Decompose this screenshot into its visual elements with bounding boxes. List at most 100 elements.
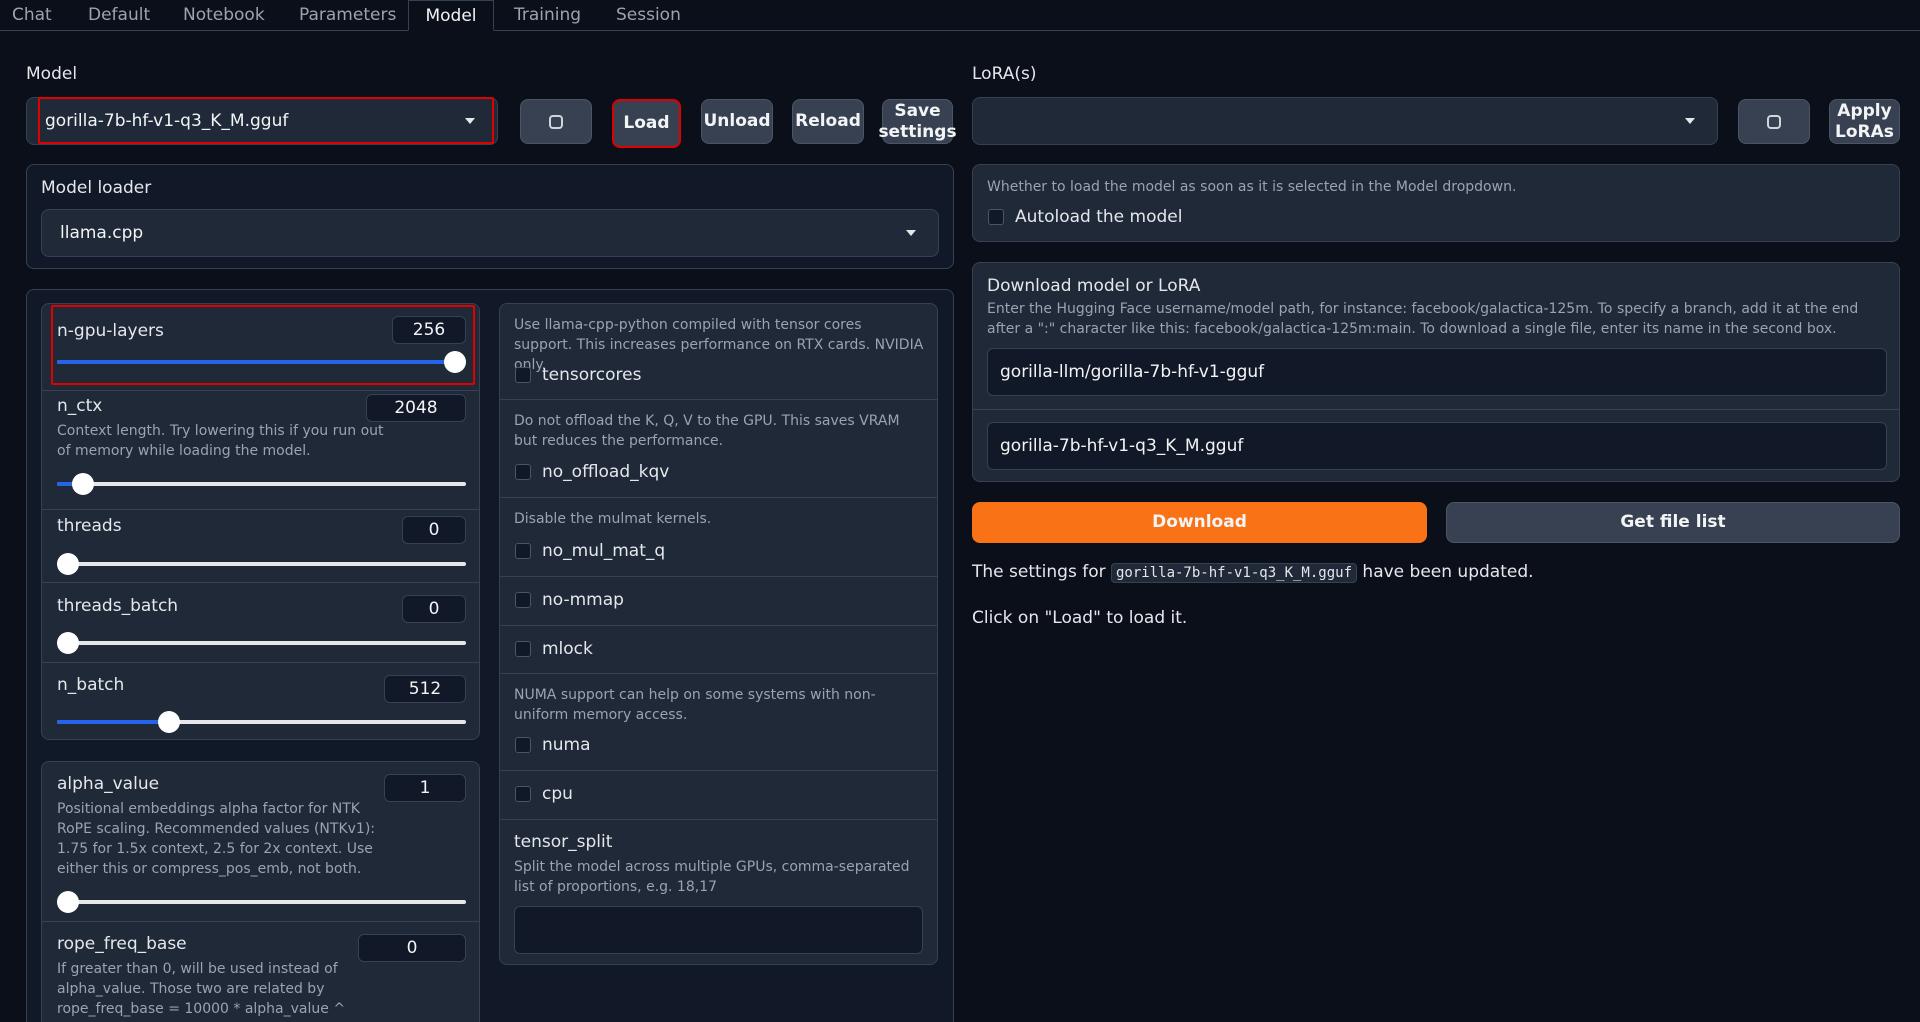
get-file-list-button[interactable]: Get file list bbox=[1446, 502, 1900, 543]
rope-freq-base-input[interactable]: 0 bbox=[358, 934, 466, 962]
alpha-value-hint: Positional embeddings alpha factor for N… bbox=[57, 801, 376, 877]
divider bbox=[42, 921, 479, 922]
tab-training[interactable]: Training bbox=[514, 0, 581, 31]
slider-group-main: n-gpu-layers 256 n_ctx 2048 Context leng… bbox=[41, 303, 480, 740]
autoload-panel: Whether to load the model as soon as it … bbox=[972, 164, 1900, 242]
save-settings-button[interactable]: Save settings bbox=[878, 99, 957, 144]
n-batch-slider[interactable] bbox=[57, 711, 466, 733]
no-offload-kqv-hint: Do not offload the K, Q, V to the GPU. T… bbox=[514, 413, 900, 449]
reload-button[interactable]: Reload bbox=[792, 99, 864, 144]
threads-input[interactable]: 0 bbox=[402, 516, 466, 544]
no-offload-kqv-checkbox[interactable] bbox=[515, 464, 531, 480]
n-batch-label: n_batch bbox=[57, 675, 125, 695]
lora-label: LoRA(s) bbox=[972, 64, 1037, 84]
n-batch-slider-handle[interactable] bbox=[157, 711, 180, 733]
divider bbox=[500, 625, 937, 626]
model-dropdown-value: gorilla-7b-hf-v1-q3_K_M.gguf bbox=[45, 111, 289, 131]
alpha-value-label: alpha_value bbox=[57, 774, 160, 794]
divider bbox=[42, 509, 479, 510]
cpu-label: cpu bbox=[542, 784, 573, 804]
model-loader-dropdown[interactable]: llama.cpp bbox=[41, 209, 939, 257]
model-label: Model bbox=[26, 64, 78, 84]
n-gpu-layers-input[interactable]: 256 bbox=[392, 316, 466, 344]
lora-dropdown[interactable] bbox=[972, 97, 1718, 145]
no-mul-mat-q-hint: Disable the mulmat kernels. bbox=[514, 511, 712, 527]
n-gpu-layers-slider[interactable] bbox=[57, 351, 466, 373]
model-dropdown[interactable]: gorilla-7b-hf-v1-q3_K_M.gguf bbox=[26, 97, 498, 145]
n-gpu-layers-label: n-gpu-layers bbox=[57, 321, 164, 341]
divider bbox=[42, 662, 479, 663]
tab-notebook[interactable]: Notebook bbox=[183, 0, 265, 31]
refresh-model-button[interactable] bbox=[520, 99, 592, 144]
numa-hint: NUMA support can help on some systems wi… bbox=[514, 687, 876, 723]
tab-session[interactable]: Session bbox=[616, 0, 681, 31]
refresh-icon bbox=[549, 114, 563, 129]
n-ctx-slider-fill bbox=[57, 482, 74, 486]
autoload-hint: Whether to load the model as soon as it … bbox=[987, 179, 1517, 195]
divider bbox=[500, 576, 937, 577]
divider bbox=[500, 399, 937, 400]
alpha-value-slider[interactable] bbox=[57, 891, 466, 913]
numa-checkbox[interactable] bbox=[515, 737, 531, 753]
apply-loras-button[interactable]: Apply LoRAs bbox=[1829, 99, 1900, 144]
divider bbox=[42, 582, 479, 583]
refresh-lora-button[interactable] bbox=[1738, 99, 1810, 144]
status-post: have been updated. bbox=[1362, 562, 1534, 582]
tensorcores-checkbox[interactable] bbox=[515, 367, 531, 383]
model-loader-panel: Model loader llama.cpp bbox=[26, 164, 954, 269]
file-input[interactable]: gorilla-7b-hf-v1-q3_K_M.gguf bbox=[987, 422, 1887, 470]
alpha-value-input[interactable]: 1 bbox=[384, 774, 466, 802]
rope-freq-base-label: rope_freq_base bbox=[57, 934, 187, 954]
model-loader-label: Model loader bbox=[41, 178, 152, 198]
mlock-label: mlock bbox=[542, 639, 593, 659]
n-gpu-layers-slider-handle[interactable] bbox=[444, 351, 466, 373]
load-button[interactable]: Load bbox=[612, 99, 681, 148]
tab-bar: Chat Default Notebook Parameters Model T… bbox=[0, 0, 1920, 31]
threads-batch-slider[interactable] bbox=[57, 632, 466, 654]
divider bbox=[500, 497, 937, 498]
threads-batch-input[interactable]: 0 bbox=[402, 595, 466, 623]
status-code: gorilla-7b-hf-v1-q3_K_M.gguf bbox=[1111, 563, 1358, 583]
tab-model[interactable]: Model bbox=[408, 0, 494, 31]
status-line2: Click on "Load" to load it. bbox=[972, 608, 1188, 628]
n-gpu-layers-slider-fill bbox=[57, 360, 466, 364]
autoload-checbox[interactable] bbox=[988, 209, 1004, 225]
no-mul-mat-q-checkbox[interactable] bbox=[515, 543, 531, 559]
threads-slider-handle[interactable] bbox=[57, 553, 79, 575]
unload-button[interactable]: Unload bbox=[701, 99, 773, 144]
tensor-split-label: tensor_split bbox=[514, 832, 613, 852]
tensor-split-input[interactable] bbox=[514, 906, 923, 954]
n-batch-input[interactable]: 512 bbox=[384, 675, 466, 703]
alpha-value-slider-handle[interactable] bbox=[57, 891, 79, 913]
n-ctx-hint: Context length. Try lowering this if you… bbox=[57, 423, 384, 459]
tab-parameters[interactable]: Parameters bbox=[299, 0, 396, 31]
autoload-label: Autoload the model bbox=[1015, 207, 1183, 227]
download-panel: Download model or LoRA Enter the Hugging… bbox=[972, 262, 1900, 482]
threads-slider[interactable] bbox=[57, 553, 466, 575]
chevron-down-icon bbox=[906, 230, 916, 236]
status-pre: The settings for bbox=[972, 562, 1106, 582]
refresh-icon bbox=[1767, 114, 1781, 129]
threads-batch-slider-handle[interactable] bbox=[57, 632, 79, 654]
no-mmap-checkbox[interactable] bbox=[515, 592, 531, 608]
options-column: Use llama-cpp-python compiled with tenso… bbox=[499, 303, 938, 965]
divider bbox=[500, 673, 937, 674]
tab-chat[interactable]: Chat bbox=[12, 0, 52, 31]
chevron-down-icon bbox=[465, 118, 475, 124]
tab-default[interactable]: Default bbox=[88, 0, 150, 31]
download-title: Download model or LoRA bbox=[987, 276, 1201, 296]
n-ctx-input[interactable]: 2048 bbox=[366, 394, 466, 422]
n-ctx-label: n_ctx bbox=[57, 396, 103, 416]
slider-group-rope: alpha_value 1 Positional embeddings alph… bbox=[41, 761, 480, 1022]
n-ctx-slider-handle[interactable] bbox=[72, 473, 95, 495]
tensorcores-label: tensorcores bbox=[542, 365, 642, 385]
download-button[interactable]: Download bbox=[972, 502, 1427, 543]
repo-input[interactable]: gorilla-llm/gorilla-7b-hf-v1-gguf bbox=[987, 348, 1887, 396]
chevron-down-icon bbox=[1685, 118, 1695, 124]
cpu-checkbox[interactable] bbox=[515, 786, 531, 802]
no-mmap-label: no-mmap bbox=[542, 590, 624, 610]
mlock-checkbox[interactable] bbox=[515, 641, 531, 657]
n-ctx-slider[interactable] bbox=[57, 473, 466, 495]
model-loader-value: llama.cpp bbox=[60, 223, 144, 243]
status-message: The settings for gorilla-7b-hf-v1-q3_K_M… bbox=[972, 562, 1534, 583]
